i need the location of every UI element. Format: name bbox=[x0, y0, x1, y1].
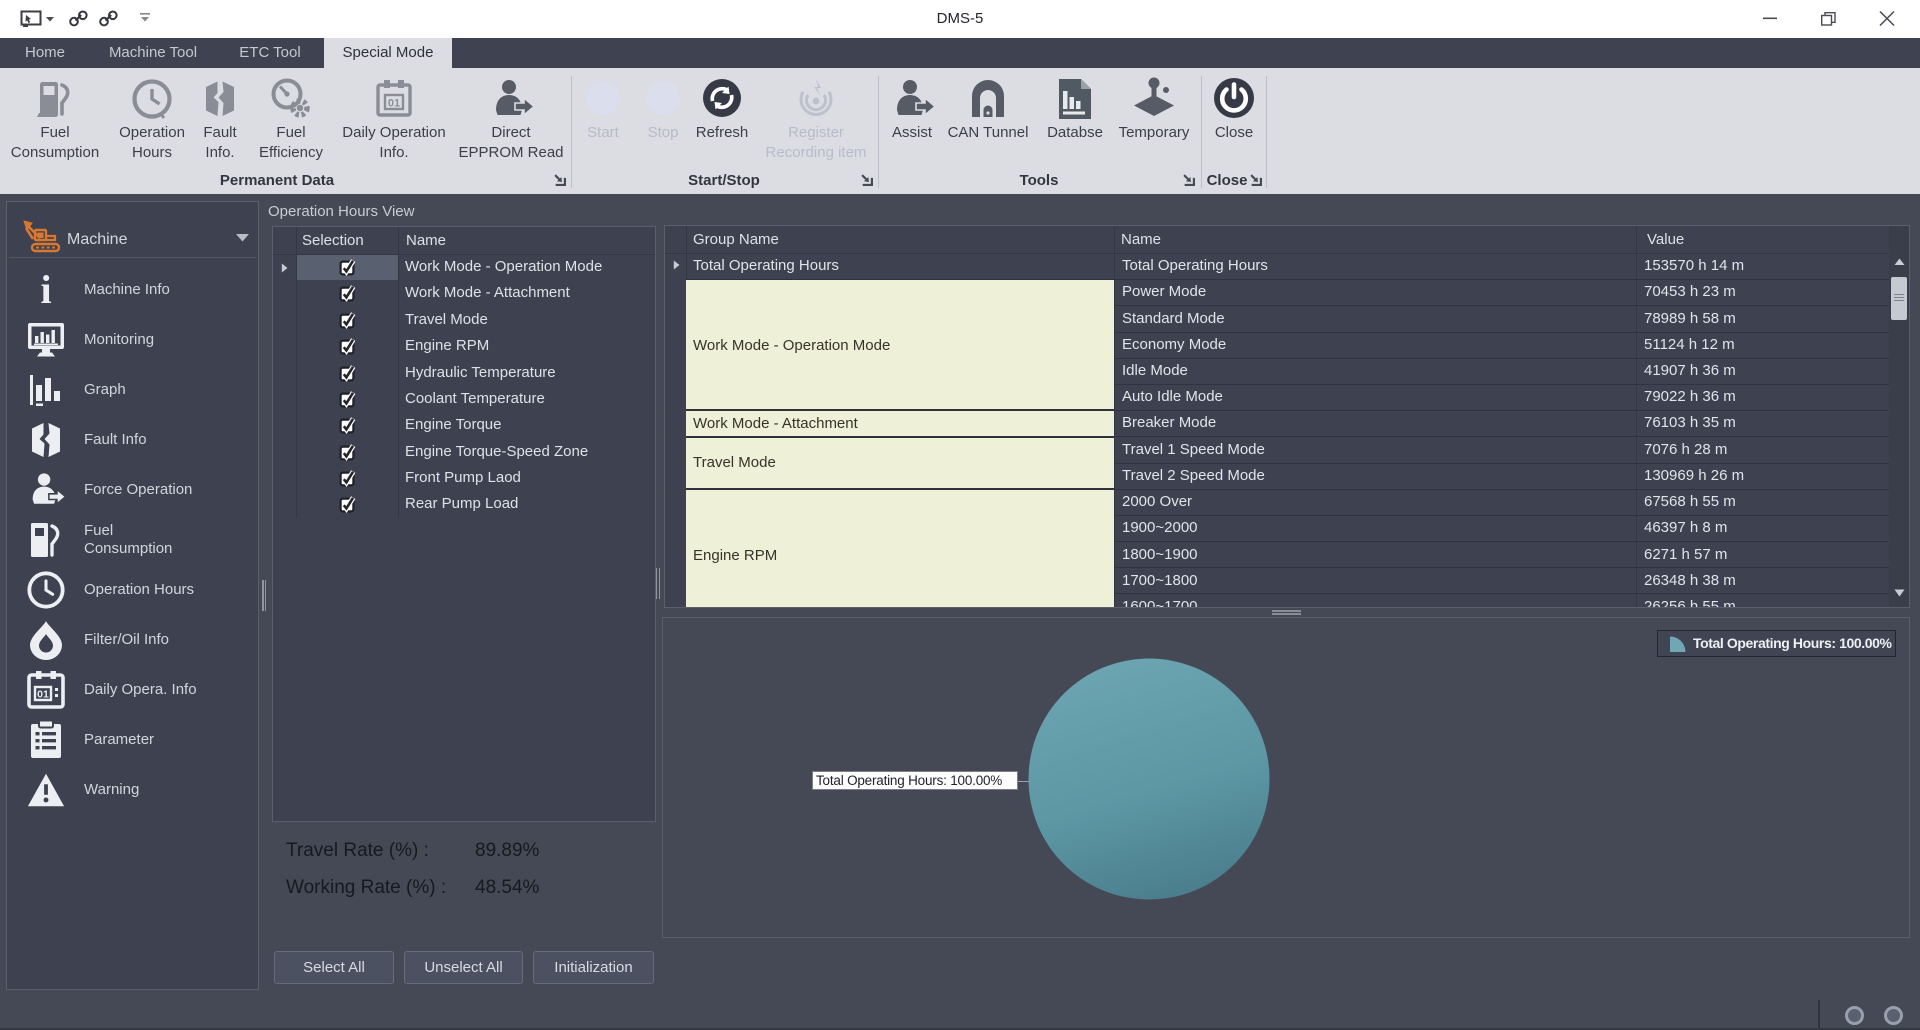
svg-text:01: 01 bbox=[37, 689, 49, 701]
svg-text:01: 01 bbox=[388, 98, 400, 110]
